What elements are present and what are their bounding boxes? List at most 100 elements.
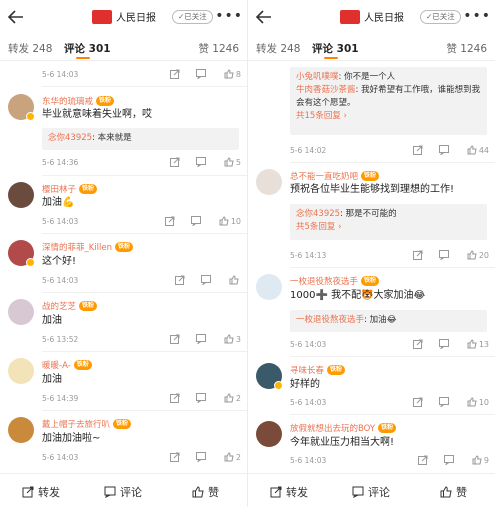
comment-meta: 5-6 14:03 10 [42,216,241,229]
share-icon[interactable] [169,157,180,167]
back-arrow-icon[interactable] [254,7,274,27]
repost-button[interactable]: 转发 [270,484,308,500]
comment-button[interactable]: 评论 [352,484,390,500]
followed-label: 已关注 [432,12,455,21]
avatar[interactable] [8,358,34,384]
share-icon[interactable] [169,69,180,79]
comment-icon[interactable] [438,145,449,155]
more-icon[interactable]: ••• [463,8,491,24]
like-button[interactable]: 2 [224,393,241,403]
comment-button[interactable]: 评论 [104,484,142,500]
top-bar: 人民日报 ✓已关注 ••• [248,0,495,34]
reply-box[interactable]: 念你43925: 本来就是 [42,128,239,150]
like-button[interactable]: 8 [224,69,241,79]
like-button[interactable]: 赞 [192,484,219,500]
comment-icon[interactable] [438,250,449,260]
avatar[interactable] [8,240,35,267]
reply-username[interactable]: 牛肉香菇沙茶酱 [296,85,356,95]
share-icon[interactable] [417,455,428,465]
comment-username[interactable]: 樱田林子 铁粉 [42,183,98,195]
tab-comments[interactable]: 评论 301 [312,41,359,56]
comment-icon[interactable] [438,339,449,349]
avatar[interactable] [8,182,34,208]
avatar[interactable] [256,421,282,447]
comment-icon[interactable] [195,393,206,403]
comment-username[interactable]: 总不能一直吃奶吧 铁粉 [290,170,380,182]
reply-username[interactable]: 一枚退役熬夜选手 [296,315,364,325]
like-button[interactable]: 2 [224,452,241,462]
back-arrow-icon[interactable] [6,7,26,27]
like-button[interactable]: 3 [224,334,241,344]
repost-button[interactable]: 转发 [22,484,60,500]
comment-icon[interactable] [195,69,206,79]
comment-username[interactable]: 一枚退役熬夜选手 铁粉 [290,275,380,287]
like-button[interactable]: 9 [472,455,489,465]
reply-box[interactable]: 小兔叽噗噗: 你不是一个人 牛肉香菇沙茶酱: 我好希望有工作哦，谁能想到我会有这… [290,67,487,135]
more-icon[interactable]: ••• [215,8,243,24]
comment-icon[interactable] [195,452,206,462]
comment-date: 5-6 14:03 [290,340,327,349]
account-brand[interactable]: 人民日报 [92,9,156,24]
comment-icon[interactable] [438,397,449,407]
view-all-replies-link[interactable]: 共5条回复 › [296,221,481,234]
comment-icon[interactable] [190,216,201,226]
share-icon[interactable] [169,393,180,403]
like-button[interactable]: 10 [219,216,241,226]
reply-username[interactable]: 小兔叽噗噗 [296,72,339,82]
like-button[interactable]: 5 [224,157,241,167]
share-icon[interactable] [412,339,423,349]
like-button[interactable]: 13 [467,339,489,349]
avatar[interactable] [8,299,34,325]
share-icon[interactable] [175,275,185,285]
share-icon[interactable] [412,250,423,260]
like-button[interactable] [229,275,241,285]
reply-username[interactable]: 念你43925 [48,133,92,143]
divider [42,292,247,293]
tab-likes[interactable]: 赞 1246 [446,41,487,56]
share-icon[interactable] [169,334,180,344]
verified-badge-icon [274,381,283,390]
comment-meta: 5-6 14:03 10 [290,397,489,410]
share-icon[interactable] [164,216,175,226]
avatar[interactable] [8,94,35,121]
tab-likes[interactable]: 赞 1246 [198,41,239,56]
reply-box[interactable]: 一枚退役熬夜选手: 加油😂 [290,310,487,332]
reply-username[interactable]: 念你43925 [296,209,340,219]
like-button[interactable]: 20 [467,250,489,260]
tab-comments[interactable]: 评论 301 [64,41,111,56]
repost-label: 转发 [286,486,308,499]
comment-icon[interactable] [195,157,206,167]
top-bar: 人民日报 ✓已关注 ••• [0,0,247,34]
like-button[interactable]: 赞 [440,484,467,500]
share-icon[interactable] [412,145,423,155]
comment-username[interactable]: 寻味长春 铁粉 [290,364,346,376]
share-icon[interactable] [169,452,180,462]
followed-button[interactable]: ✓已关注 [172,10,213,24]
like-button[interactable]: 44 [467,145,489,155]
avatar[interactable] [256,363,283,390]
avatar[interactable] [256,169,282,195]
comment-username[interactable]: 戴上帽子去旅行叭 铁粉 [42,418,132,430]
tab-repost[interactable]: 转发 248 [8,41,52,56]
brand-logo-icon [340,9,360,24]
view-all-replies-link[interactable]: 共15条回复 › [296,110,481,123]
comment-username[interactable]: 东华的琉璃戒 铁粉 [42,95,115,107]
avatar[interactable] [8,417,34,443]
comment-username[interactable]: 暖暖-A- 铁粉 [42,359,92,371]
followed-button[interactable]: ✓已关注 [420,10,461,24]
reply-text: : 加油😂 [364,315,397,325]
comment-icon[interactable] [195,334,206,344]
account-brand[interactable]: 人民日报 [340,9,404,24]
comment-icon[interactable] [443,455,454,465]
tab-repost[interactable]: 转发 248 [256,41,300,56]
reply-box[interactable]: 念你43925: 那是不可能的 共5条回复 › [290,204,487,240]
comment-icon[interactable] [201,275,211,285]
comment-username[interactable]: 战的芝芝 铁粉 [42,300,98,312]
comment-meta: 5-6 14:03 9 [290,455,489,468]
like-button[interactable]: 10 [467,397,489,407]
avatar[interactable] [256,274,282,300]
share-icon[interactable] [412,397,423,407]
comment-username[interactable]: 放假就想出去玩的BOY 铁粉 [290,422,397,434]
comment-text: 加油💪 [42,197,75,208]
comment-username[interactable]: 深情的菲菲_Killen 铁粉 [42,241,134,253]
